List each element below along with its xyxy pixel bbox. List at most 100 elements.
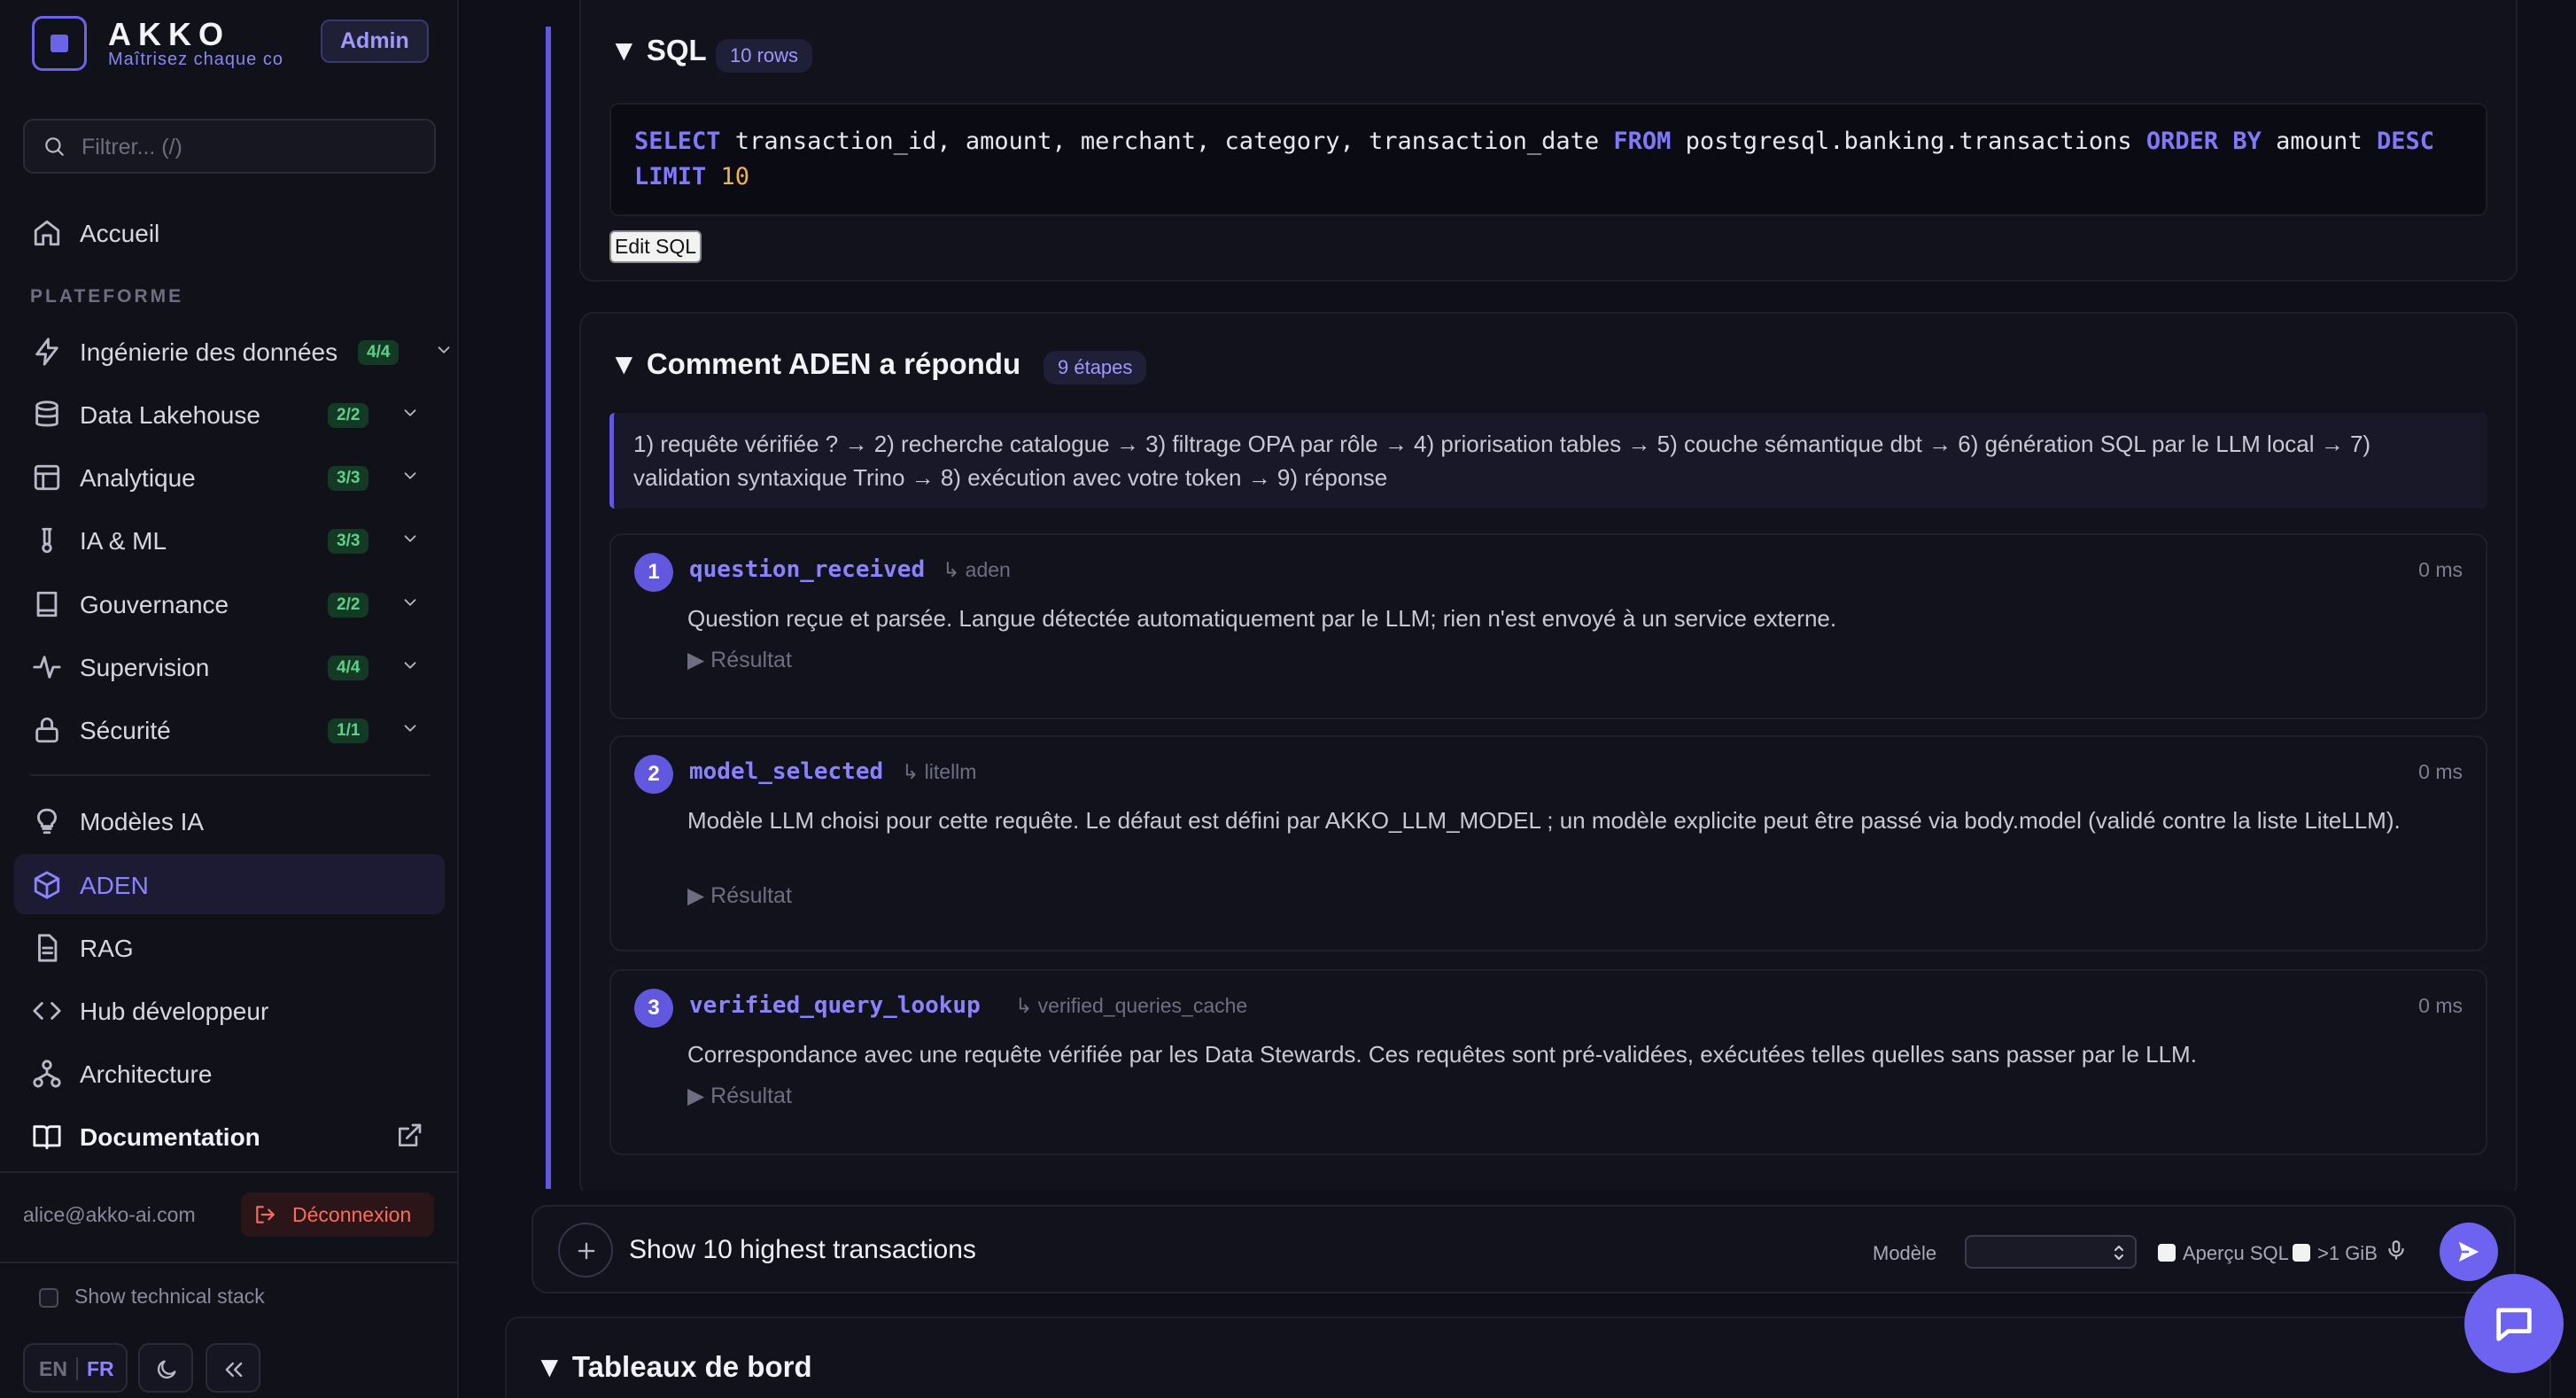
database-icon — [35, 400, 58, 427]
sidebar-divider — [0, 1171, 459, 1173]
sql-limit-value: 10 — [720, 163, 750, 190]
steps-badge: 9 étapes — [1044, 351, 1147, 384]
sidebar-filter-input[interactable]: Filtrer... (/) — [23, 119, 436, 174]
step-description: Modèle LLM choisi pour cette requête. Le… — [687, 807, 2401, 834]
step-card: 3 verified_query_lookup ↳ verified_queri… — [609, 969, 2487, 1155]
sidebar-item-label: Architecture — [80, 1060, 213, 1088]
sql-table: postgresql.banking.transactions — [1671, 128, 2146, 155]
cube-icon — [34, 871, 60, 899]
chevron-down-icon — [404, 409, 416, 416]
sql-keyword: ORDER BY — [2145, 128, 2262, 155]
model-label: Modèle — [1873, 1242, 1937, 1264]
filter-placeholder: Filtrer... (/) — [81, 135, 182, 159]
sidebar-item-label: Gouvernance — [80, 591, 229, 618]
user-email: alice@akko-ai.com — [23, 1203, 196, 1226]
step-result-toggle[interactable]: ▶ Résultat — [687, 1083, 792, 1109]
sql-preview-label: Aperçu SQL — [2183, 1242, 2289, 1264]
book-icon — [36, 591, 58, 617]
sidebar-item-label: IA & ML — [80, 527, 167, 555]
step-result-toggle[interactable]: ▶ Résultat — [687, 647, 792, 673]
sidebar-item-analytics[interactable]: Analytique 3/3 — [14, 447, 445, 507]
tech-stack-label: Show technical stack — [74, 1285, 265, 1308]
rows-badge: 10 rows — [716, 39, 813, 73]
lang-en[interactable]: EN — [39, 1357, 67, 1381]
sql-order-column: amount — [2261, 128, 2377, 155]
section-label-platform: PLATEFORME — [30, 286, 184, 307]
step-card: 2 model_selected ↳ litellm 0 ms Modèle L… — [609, 735, 2487, 951]
sidebar-item-developer-hub[interactable]: Hub développeur — [14, 980, 445, 1040]
sidebar-item-aden[interactable]: ADEN — [14, 854, 445, 914]
sidebar-item-documentation[interactable]: Documentation — [14, 1106, 445, 1166]
chevron-down-icon — [404, 599, 416, 606]
sidebar-item-data-engineering[interactable]: Ingénierie des données 4/4 — [14, 321, 450, 381]
sql-columns: transaction_id, amount, merchant, catego… — [720, 128, 1614, 155]
count-badge: 4/4 — [328, 656, 369, 680]
theme-toggle-button[interactable] — [138, 1343, 193, 1393]
sidebar-item-label: RAG — [80, 935, 134, 962]
sidebar-item-label: Analytique — [80, 464, 196, 492]
main-content: ▼ SQL 10 rows SELECT transaction_id, amo… — [461, 0, 2576, 1398]
dashboards-title[interactable]: ▼ Tableaux de bord — [535, 1350, 812, 1384]
sidebar-item-monitoring[interactable]: Supervision 4/4 — [14, 636, 445, 696]
send-button[interactable] — [2440, 1223, 2498, 1281]
sidebar-item-architecture[interactable]: Architecture — [14, 1043, 445, 1103]
step-name: verified_query_lookup — [689, 992, 981, 1019]
sidebar-item-label: Data Lakehouse — [80, 401, 260, 429]
send-icon — [2458, 1241, 2479, 1262]
sidebar-item-label: ADEN — [80, 872, 149, 899]
pipeline-summary: 1) requête vérifiée ? → 2) recherche cat… — [609, 413, 2487, 509]
sidebar-item-ai-ml[interactable]: IA & ML 3/3 — [14, 509, 445, 570]
home-icon — [34, 220, 60, 246]
step-number: 3 — [634, 989, 673, 1028]
step-description: Question reçue et parsée. Langue détecté… — [687, 605, 1837, 632]
sidebar-divider — [30, 774, 431, 776]
lang-fr[interactable]: FR — [87, 1357, 114, 1381]
brand[interactable]: AKKO Maîtrisez chaque co Admin — [32, 16, 429, 71]
count-badge: 1/1 — [328, 718, 369, 743]
step-agent: ↳ aden — [943, 558, 1011, 581]
sidebar-item-data-lakehouse[interactable]: Data Lakehouse 2/2 — [14, 384, 445, 444]
sidebar-item-rag[interactable]: RAG — [14, 917, 445, 977]
chevron-down-icon — [404, 662, 416, 669]
reasoning-card-title[interactable]: ▼ Comment ADEN a répondu — [609, 347, 1020, 381]
layout-icon — [34, 464, 60, 491]
tech-stack-checkbox[interactable] — [39, 1288, 58, 1308]
sidebar-item-ai-models[interactable]: Modèles IA — [14, 790, 445, 850]
sql-keyword: FROM — [1613, 128, 1672, 155]
step-card: 1 question_received ↳ aden 0 ms Question… — [609, 533, 2487, 719]
sql-card-title[interactable]: ▼ SQL — [609, 34, 707, 67]
mic-icon[interactable] — [2385, 1237, 2408, 1263]
chat-icon — [2496, 1308, 2532, 1341]
logout-icon — [256, 1206, 275, 1223]
reasoning-card: ▼ Comment ADEN a répondu 9 étapes 1) req… — [579, 312, 2518, 1198]
language-switch[interactable]: EN FR — [23, 1343, 128, 1393]
double-chevron-left-icon — [225, 1362, 243, 1378]
sidebar-item-label: Hub développeur — [80, 998, 269, 1025]
chat-input[interactable]: Show 10 highest transactions — [629, 1235, 976, 1265]
sidebar-item-label: Sécurité — [80, 717, 171, 744]
edit-sql-button[interactable]: Edit SQL — [609, 230, 702, 263]
sidebar-item-home[interactable]: Accueil — [14, 202, 445, 262]
sidebar-item-governance[interactable]: Gouvernance 2/2 — [14, 573, 445, 633]
chevron-down-icon — [404, 725, 416, 732]
step-description: Correspondance avec une requête vérifiée… — [687, 1041, 2197, 1068]
sql-preview-checkbox[interactable] — [2158, 1244, 2176, 1262]
collapse-sidebar-button[interactable] — [206, 1343, 260, 1393]
sql-card: ▼ SQL 10 rows SELECT transaction_id, amo… — [579, 0, 2518, 282]
model-select[interactable] — [1965, 1235, 2137, 1269]
logout-button[interactable]: Déconnexion — [241, 1192, 434, 1237]
step-agent: ↳ litellm — [902, 760, 977, 783]
size-limit-checkbox[interactable] — [2293, 1244, 2310, 1262]
logout-label: Déconnexion — [292, 1203, 412, 1226]
sidebar: AKKO Maîtrisez chaque co Admin Filtrer..… — [0, 0, 459, 1398]
chevron-down-icon — [404, 472, 416, 479]
count-badge: 4/4 — [358, 340, 400, 365]
sidebar-item-security[interactable]: Sécurité 1/1 — [14, 699, 445, 759]
chat-assistant-button[interactable] — [2464, 1274, 2564, 1373]
sidebar-item-label: Accueil — [80, 220, 160, 247]
sql-keyword: SELECT — [634, 128, 721, 155]
role-badge: Admin — [321, 19, 429, 63]
attach-button[interactable] — [558, 1223, 613, 1278]
step-duration: 0 ms — [2418, 994, 2463, 1017]
step-result-toggle[interactable]: ▶ Résultat — [687, 882, 792, 909]
